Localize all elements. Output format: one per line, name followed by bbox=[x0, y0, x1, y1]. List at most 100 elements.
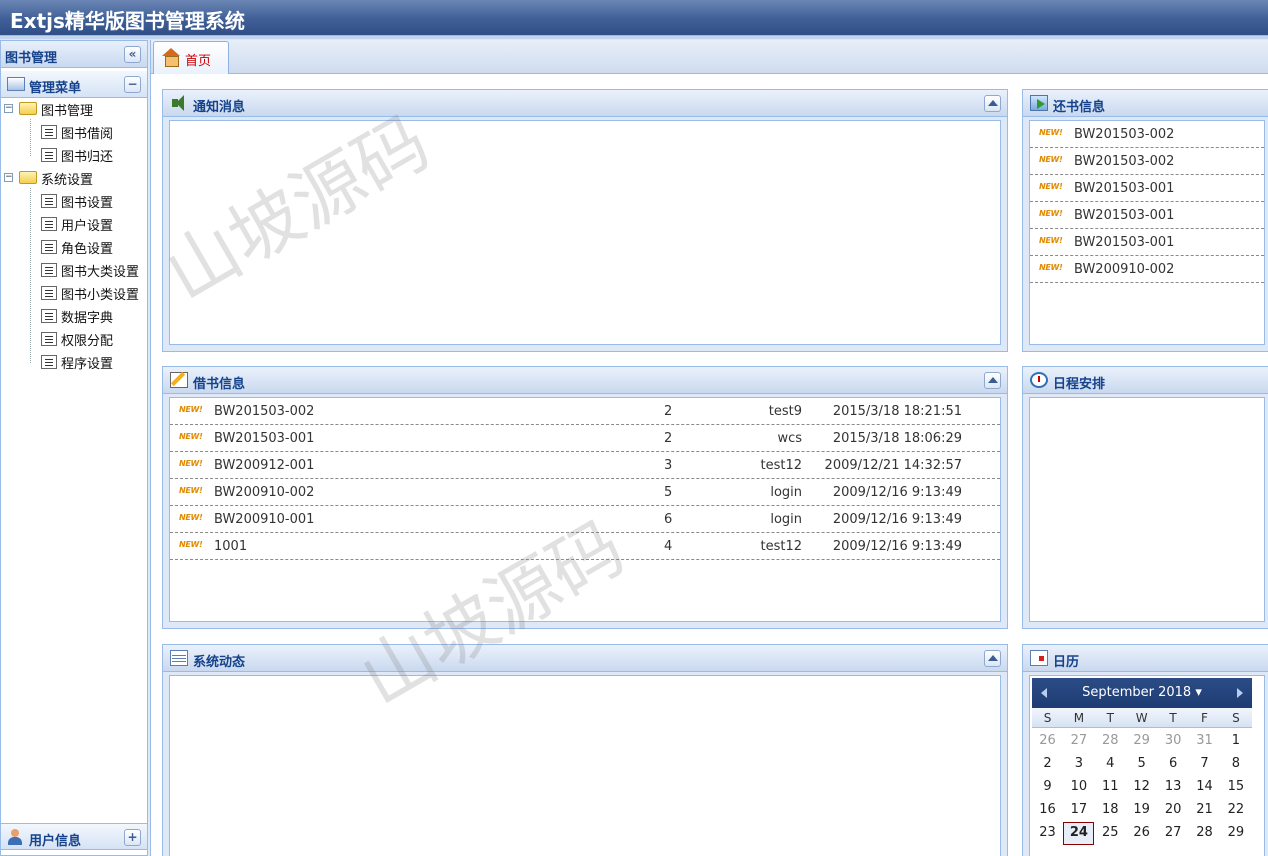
date-cell[interactable]: 2 bbox=[1032, 753, 1063, 776]
date-picker: September 2018 ▾ SMTWTFS 26 27 28 29 30 31 1 2 3… bbox=[1032, 678, 1252, 856]
date-cell[interactable]: 11 bbox=[1095, 776, 1126, 799]
tree-item[interactable]: 图书借阅 bbox=[1, 122, 147, 142]
list-item[interactable]: NEW! BW201503-002 bbox=[1030, 148, 1264, 175]
date-cell[interactable]: 7 bbox=[1189, 753, 1220, 776]
date-cell[interactable]: 27 bbox=[1063, 730, 1094, 753]
list-item[interactable]: NEW! BW201503-001 bbox=[1030, 202, 1264, 229]
tree-item[interactable]: 图书大类设置 bbox=[1, 260, 147, 280]
date-cell[interactable]: 31 bbox=[1189, 730, 1220, 753]
weekday-label: S bbox=[1232, 711, 1240, 725]
tab-home-label: 首页 bbox=[185, 54, 212, 69]
date-cell[interactable]: 5 bbox=[1126, 753, 1157, 776]
tree-item[interactable]: 用户设置 bbox=[1, 214, 147, 234]
date-cell[interactable]: 17 bbox=[1063, 799, 1094, 822]
tree-folder-node[interactable]: − 图书管理 bbox=[1, 99, 147, 119]
schedule-portlet-body bbox=[1029, 397, 1265, 622]
tree-item[interactable]: 角色设置 bbox=[1, 237, 147, 257]
date-cell[interactable]: 26 bbox=[1032, 730, 1063, 753]
month-picker-button[interactable]: September 2018 ▾ bbox=[1032, 685, 1252, 700]
date-cell[interactable]: 14 bbox=[1189, 776, 1220, 799]
date-cell[interactable]: 30 bbox=[1158, 730, 1189, 753]
table-row[interactable]: NEW! BW201503-002 2 test9 2015/3/18 18:21:51 bbox=[170, 398, 1000, 425]
document-icon bbox=[41, 194, 57, 208]
return-list: NEW! BW201503-002 NEW! BW201503-002 NEW! BW20… bbox=[1029, 120, 1265, 345]
calendar-portlet-header[interactable]: 日历 bbox=[1023, 645, 1268, 672]
tree-item-label: 权限分配 bbox=[61, 334, 114, 349]
date-cell[interactable]: 19 bbox=[1126, 799, 1157, 822]
date-cell[interactable]: 3 bbox=[1063, 753, 1094, 776]
list-item[interactable]: NEW! BW201503-002 bbox=[1030, 121, 1264, 148]
notice-portlet-header[interactable]: 通知消息 bbox=[163, 90, 1007, 117]
tree-item-label: 图书借阅 bbox=[61, 127, 114, 142]
schedule-portlet-header[interactable]: 日程安排 bbox=[1023, 367, 1268, 394]
table-row[interactable]: NEW! BW200910-002 5 login 2009/12/16 9:13:49 bbox=[170, 479, 1000, 506]
today-date-cell[interactable]: 24 bbox=[1063, 822, 1095, 845]
date-cell[interactable]: 13 bbox=[1158, 776, 1189, 799]
list-item[interactable]: NEW! BW201503-001 bbox=[1030, 175, 1264, 202]
borrow-user: test9 bbox=[768, 404, 802, 419]
return-portlet-header[interactable]: 还书信息 bbox=[1023, 90, 1268, 117]
date-cell[interactable]: 6 bbox=[1158, 753, 1189, 776]
date-cell[interactable]: 28 bbox=[1095, 730, 1126, 753]
tree-item[interactable]: 权限分配 bbox=[1, 329, 147, 349]
date-cell[interactable]: 4 bbox=[1095, 753, 1126, 776]
borrow-date: 2009/12/16 9:13:49 bbox=[832, 485, 962, 500]
new-badge-icon: NEW! bbox=[1039, 236, 1063, 245]
date-cell[interactable]: 20 bbox=[1158, 799, 1189, 822]
date-cell[interactable]: 22 bbox=[1220, 799, 1251, 822]
date-cell[interactable]: 15 bbox=[1220, 776, 1251, 799]
next-month-arrow-icon[interactable] bbox=[1237, 688, 1243, 698]
borrow-quantity: 4 bbox=[664, 539, 673, 554]
date-cell[interactable]: 29 bbox=[1220, 822, 1251, 845]
tree-item[interactable]: 图书归还 bbox=[1, 145, 147, 165]
collapse-tree-node-icon[interactable]: − bbox=[4, 104, 13, 113]
user-toggle-button[interactable]: + bbox=[124, 829, 141, 846]
date-cell[interactable]: 12 bbox=[1126, 776, 1157, 799]
tab-home[interactable]: 首页 bbox=[153, 41, 229, 74]
date-cell[interactable]: 10 bbox=[1063, 776, 1094, 799]
collapse-panel-button[interactable]: « bbox=[124, 46, 141, 63]
date-cell[interactable]: 16 bbox=[1032, 799, 1063, 822]
sysdyn-collapse-button[interactable] bbox=[984, 650, 1001, 667]
date-cell[interactable]: 8 bbox=[1220, 753, 1251, 776]
tree-item[interactable]: 程序设置 bbox=[1, 352, 147, 372]
header-divider bbox=[0, 36, 1268, 39]
west-panel-title: 图书管理 bbox=[5, 51, 58, 66]
date-cell[interactable]: 23 bbox=[1032, 822, 1063, 845]
date-cell[interactable]: 27 bbox=[1158, 822, 1189, 845]
tree-item[interactable]: 图书设置 bbox=[1, 191, 147, 211]
weekday-label: T bbox=[1169, 711, 1177, 725]
table-row[interactable]: NEW! BW200912-001 3 test12 2009/12/21 14:32:… bbox=[170, 452, 1000, 479]
calendar-portlet-title: 日历 bbox=[1053, 655, 1080, 670]
weekday-header-row: SMTWTFS bbox=[1032, 708, 1252, 728]
list-item[interactable]: NEW! BW200910-002 bbox=[1030, 256, 1264, 283]
date-cell[interactable]: 26 bbox=[1126, 822, 1157, 845]
document-icon bbox=[41, 355, 57, 369]
date-cell[interactable]: 18 bbox=[1095, 799, 1126, 822]
table-row[interactable]: NEW! BW200910-001 6 login 2009/12/16 9:13:49 bbox=[170, 506, 1000, 533]
date-cell[interactable]: 29 bbox=[1126, 730, 1157, 753]
date-cell[interactable]: 28 bbox=[1189, 822, 1220, 845]
tree-item[interactable]: 图书小类设置 bbox=[1, 283, 147, 303]
notice-collapse-button[interactable] bbox=[984, 95, 1001, 112]
date-cell[interactable]: 25 bbox=[1095, 822, 1126, 845]
tree-guide-line bbox=[30, 119, 31, 156]
weekday-label: S bbox=[1043, 711, 1052, 725]
list-item[interactable]: NEW! BW201503-001 bbox=[1030, 229, 1264, 256]
tree-folder-node[interactable]: − 系统设置 bbox=[1, 168, 147, 188]
sysdyn-portlet-title: 系统动态 bbox=[193, 655, 246, 670]
menu-toggle-button[interactable]: − bbox=[124, 76, 141, 93]
table-row[interactable]: NEW! BW201503-001 2 wcs 2015/3/18 18:06:29 bbox=[170, 425, 1000, 452]
date-cell[interactable]: 21 bbox=[1189, 799, 1220, 822]
borrow-portlet-header[interactable]: 借书信息 bbox=[163, 367, 1007, 394]
borrow-collapse-button[interactable] bbox=[984, 372, 1001, 389]
user-accordion-header[interactable]: 用户信息 + bbox=[1, 823, 147, 850]
tree-item[interactable]: 数据字典 bbox=[1, 306, 147, 326]
date-cell[interactable]: 9 bbox=[1032, 776, 1063, 799]
collapse-tree-node-icon[interactable]: − bbox=[4, 173, 13, 182]
menu-accordion-header[interactable]: 管理菜单 − bbox=[1, 71, 147, 98]
date-cell[interactable]: 1 bbox=[1220, 730, 1251, 753]
table-row[interactable]: NEW! 1001 4 test12 2009/12/16 9:13:49 bbox=[170, 533, 1000, 560]
center-panel: 首页 通知消息 还书信息 NEW! BW201503-002 NEW! BW20150… bbox=[150, 40, 1268, 856]
sysdyn-portlet-header[interactable]: 系统动态 bbox=[163, 645, 1007, 672]
